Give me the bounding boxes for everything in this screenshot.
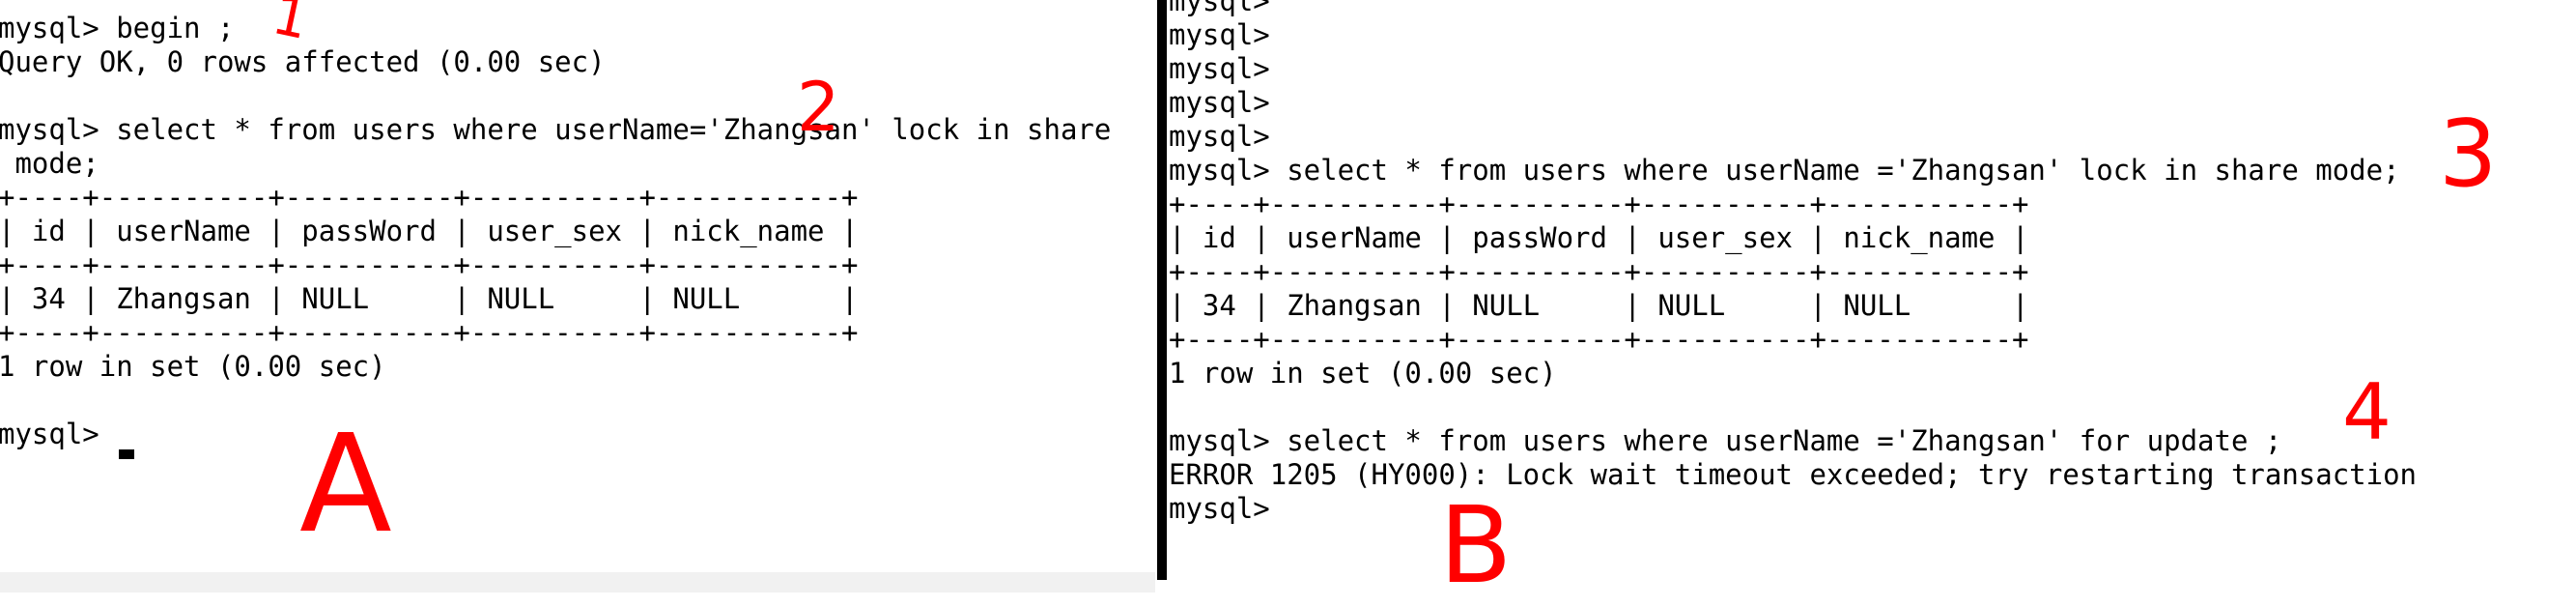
annotation-step-2: 2 [797,68,840,147]
window-divider [1157,0,1167,580]
terminal-output-b: mysql> mysql> mysql> mysql> mysql> mysql… [1169,0,2418,525]
annotation-label-b: B [1439,483,1513,607]
terminal-session-b[interactable]: mysql> mysql> mysql> mysql> mysql> mysql… [1169,0,2576,593]
scroll-strip [0,572,1155,593]
text-cursor [119,449,134,459]
annotation-step-4: 4 [2342,367,2392,457]
terminal-output-a: mysql> begin ; Query OK, 0 rows affected… [0,12,1112,450]
annotation-step-3: 3 [2439,101,2498,208]
terminal-session-a[interactable]: mysql> begin ; Query OK, 0 rows affected… [0,0,1155,593]
annotation-label-a: A [299,406,392,564]
